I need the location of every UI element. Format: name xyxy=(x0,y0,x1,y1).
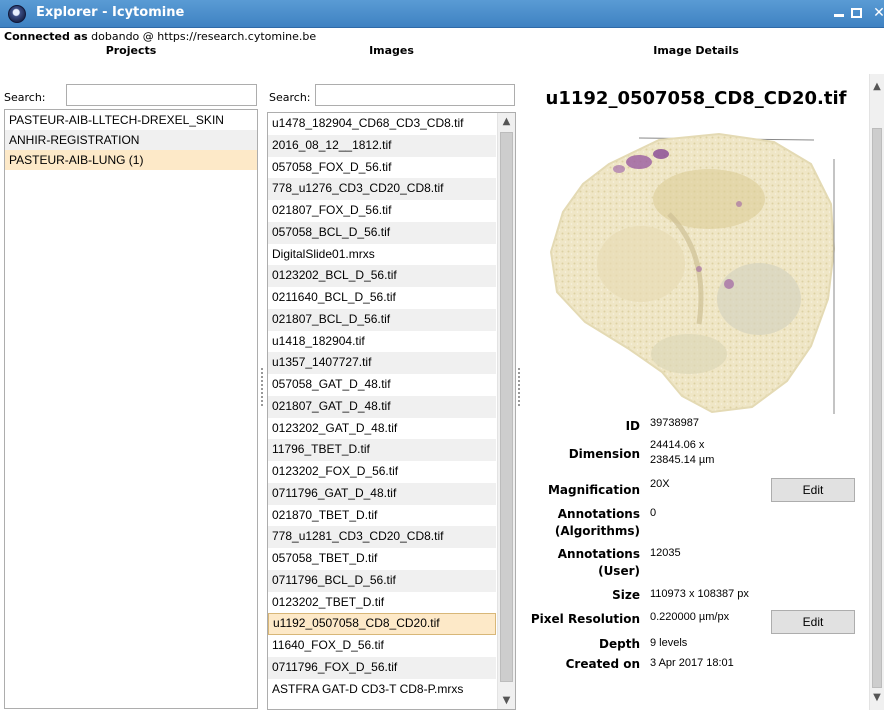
image-title: u1192_0507058_CD8_CD20.tif xyxy=(545,88,847,109)
project-item[interactable]: ANHIR-REGISTRATION xyxy=(5,130,257,150)
tissue-slide-thumbnail xyxy=(549,124,849,414)
image-list-item[interactable]: 057058_FOX_D_56.tif xyxy=(268,157,496,179)
dimension-value-line2: 23845.14 µm xyxy=(650,454,715,466)
image-list-item[interactable]: u1418_182904.tif xyxy=(268,331,496,353)
image-list-item[interactable]: 2016_08_12__1812.tif xyxy=(268,134,496,157)
image-list-item[interactable]: 11796_TBET_D.tif xyxy=(268,439,496,461)
scroll-down-icon[interactable]: ▼ xyxy=(870,689,884,706)
connection-prefix: Connected as xyxy=(4,30,88,43)
image-list-item[interactable]: 0211640_BCL_D_56.tif xyxy=(268,287,496,309)
pixel-resolution-label: Pixel Resolution xyxy=(530,612,640,626)
image-list-item[interactable]: 021807_BCL_D_56.tif xyxy=(268,308,496,331)
projects-search-input[interactable] xyxy=(66,84,257,106)
id-label: ID xyxy=(625,419,640,433)
edit-magnification-button[interactable]: Edit xyxy=(771,478,855,502)
images-header: Images xyxy=(369,44,414,57)
image-list-item[interactable]: 021807_GAT_D_48.tif xyxy=(268,395,496,418)
connection-status: Connected as dobando @ https://research.… xyxy=(4,30,316,43)
image-list-item[interactable]: 778_u1281_CD3_CD20_CD8.tif xyxy=(268,526,496,548)
magnification-value: 20X xyxy=(650,478,670,490)
annotations-algorithms-label: Annotations xyxy=(557,507,640,521)
projects-list[interactable]: PASTEUR-AIB-LLTECH-DREXEL_SKIN ANHIR-REG… xyxy=(4,109,258,709)
image-list-item[interactable]: 0123202_GAT_D_48.tif xyxy=(268,418,496,440)
magnification-label: Magnification xyxy=(547,483,640,497)
details-header: Image Details xyxy=(653,44,739,57)
image-details-panel: u1192_0507058_CD8_CD20.tif ID Dimension … xyxy=(523,74,869,710)
projects-search-label: Search: xyxy=(4,91,46,104)
annotations-user-value: 12035 xyxy=(650,547,681,559)
details-scrollbar[interactable]: ▲ ▼ xyxy=(869,74,884,710)
connection-user-host: dobando @ https://research.cytomine.be xyxy=(91,30,317,43)
image-list-item[interactable]: DigitalSlide01.mrxs xyxy=(268,244,496,266)
splitter-handle[interactable] xyxy=(261,368,264,406)
scrollbar-thumb[interactable] xyxy=(500,132,513,682)
image-list-item[interactable]: 11640_FOX_D_56.tif xyxy=(268,635,496,657)
project-item[interactable]: PASTEUR-AIB-LLTECH-DREXEL_SKIN xyxy=(5,110,257,130)
image-list-item[interactable]: 057058_TBET_D.tif xyxy=(268,548,496,570)
images-search-input[interactable] xyxy=(315,84,515,106)
annotations-algorithms-label-sub: (Algorithms) xyxy=(554,524,640,538)
size-value: 110973 x 108387 px xyxy=(650,588,749,600)
images-list[interactable]: u1478_182904_CD68_CD3_CD8.tif 2016_08_12… xyxy=(267,112,516,710)
image-list-item[interactable]: u1357_1407727.tif xyxy=(268,352,496,374)
image-list-item[interactable]: 0123202_FOX_D_56.tif xyxy=(268,461,496,483)
window-titlebar[interactable]: Explorer - Icytomine ✕ xyxy=(0,0,884,28)
projects-header: Projects xyxy=(105,44,157,57)
splitter-handle[interactable] xyxy=(518,368,521,406)
scroll-down-icon[interactable]: ▼ xyxy=(498,692,515,709)
image-list-item[interactable]: 0123202_TBET_D.tif xyxy=(268,592,496,614)
id-value: 39738987 xyxy=(650,417,699,429)
size-label: Size xyxy=(612,588,640,602)
annotations-algorithms-value: 0 xyxy=(650,507,657,519)
app-icon xyxy=(8,5,26,23)
scroll-up-icon[interactable]: ▲ xyxy=(870,78,884,95)
created-on-label: Created on xyxy=(565,657,640,671)
image-list-item[interactable]: ASTFRA GAT-D CD3-T CD8-P.mrxs xyxy=(268,679,496,701)
created-on-value: 3 Apr 2017 18:01 xyxy=(650,657,734,669)
depth-value: 9 levels xyxy=(650,637,688,649)
image-list-item[interactable]: 057058_BCL_D_56.tif xyxy=(268,221,496,244)
images-search-label: Search: xyxy=(269,91,311,104)
project-item-selected[interactable]: PASTEUR-AIB-LUNG (1) xyxy=(5,150,257,170)
image-list-item[interactable]: 0711796_FOX_D_56.tif xyxy=(268,656,496,679)
dimension-label: Dimension xyxy=(568,447,640,461)
depth-label: Depth xyxy=(599,637,640,651)
close-icon[interactable]: ✕ xyxy=(866,3,884,23)
image-list-item[interactable]: 057058_GAT_D_48.tif xyxy=(268,374,496,396)
scrollbar-thumb[interactable] xyxy=(872,128,882,688)
window-title: Explorer - Icytomine xyxy=(36,5,185,20)
image-list-item[interactable]: u1478_182904_CD68_CD3_CD8.tif xyxy=(268,113,496,135)
dimension-value-line1: 24414.06 x xyxy=(650,439,705,451)
image-list-item-selected[interactable]: u1192_0507058_CD8_CD20.tif xyxy=(268,613,496,635)
pixel-resolution-value: 0.220000 µm/px xyxy=(650,611,730,623)
image-list-item[interactable]: 0711796_GAT_D_48.tif xyxy=(268,482,496,505)
image-list-item[interactable]: 778_u1276_CD3_CD20_CD8.tif xyxy=(268,178,496,200)
image-list-item[interactable]: 0711796_BCL_D_56.tif xyxy=(268,569,496,592)
image-list-item[interactable]: 021807_FOX_D_56.tif xyxy=(268,200,496,222)
image-list-item[interactable]: 021870_TBET_D.tif xyxy=(268,505,496,527)
scroll-up-icon[interactable]: ▲ xyxy=(498,113,515,130)
annotations-user-label-sub: (User) xyxy=(598,564,640,578)
annotations-user-label: Annotations xyxy=(557,547,640,561)
images-scrollbar[interactable]: ▲ ▼ xyxy=(497,113,515,709)
image-list-item[interactable]: 0123202_BCL_D_56.tif xyxy=(268,265,496,287)
edit-pixel-resolution-button[interactable]: Edit xyxy=(771,610,855,634)
